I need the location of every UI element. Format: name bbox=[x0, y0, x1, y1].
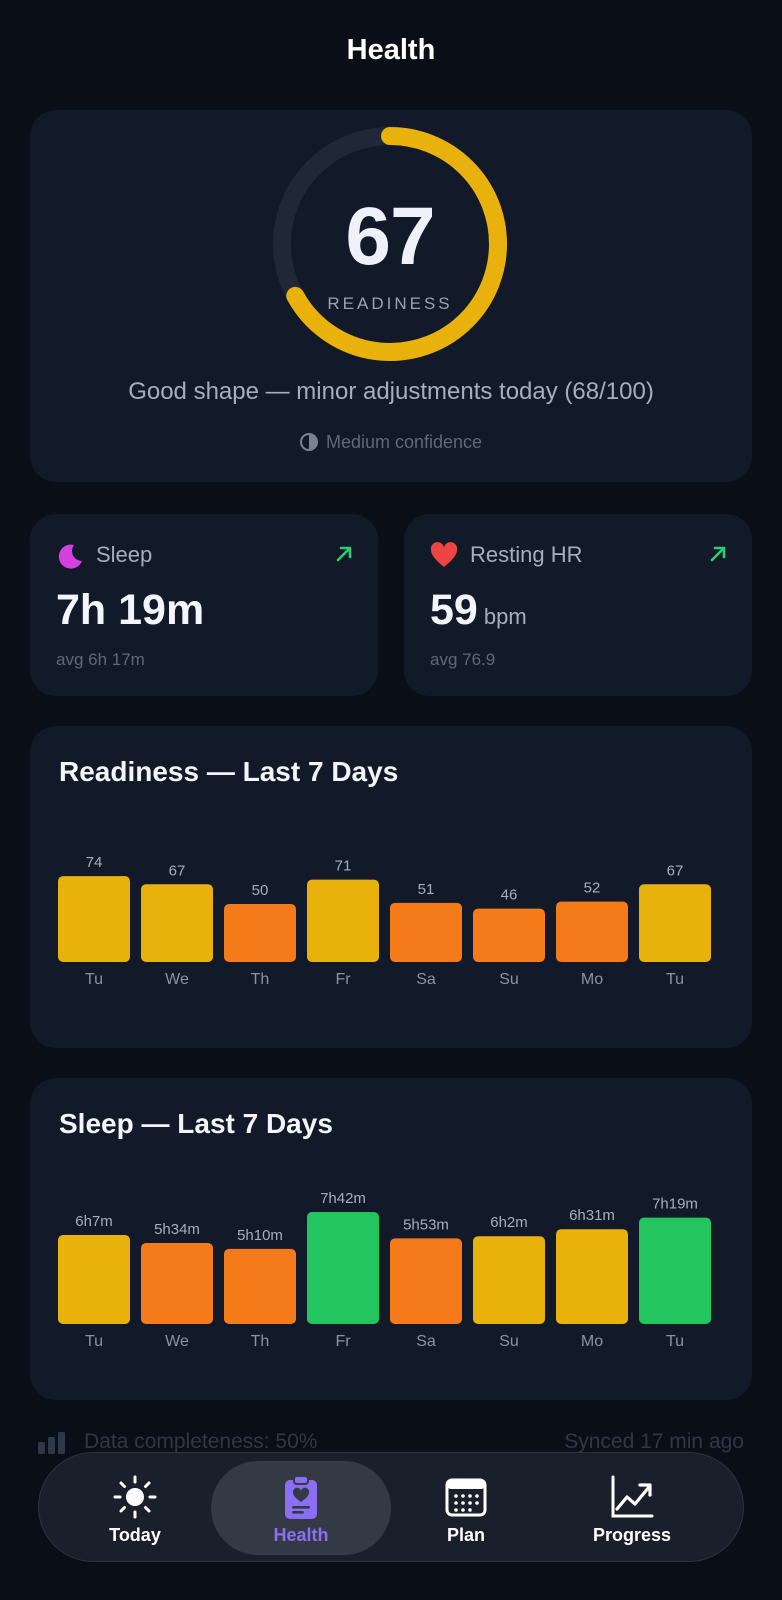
readiness-label: READINESS bbox=[327, 294, 453, 313]
bar-3 bbox=[307, 879, 379, 962]
bar-1 bbox=[141, 884, 213, 962]
bar-6 bbox=[556, 1229, 628, 1324]
bar-value-label: 5h10m bbox=[237, 1227, 283, 1244]
clipboard-heart-icon bbox=[285, 1475, 317, 1519]
bar-7 bbox=[639, 1217, 711, 1324]
bar-value-label: 5h34m bbox=[154, 1221, 200, 1238]
bar-5 bbox=[473, 908, 545, 962]
bar-day-label: Su bbox=[499, 971, 519, 988]
bar-value-label: 7h42m bbox=[320, 1190, 366, 1207]
bar-value-label: 6h31m bbox=[569, 1207, 615, 1224]
bar-1 bbox=[141, 1243, 213, 1324]
half-circle-icon bbox=[299, 433, 318, 451]
calendar-icon bbox=[445, 1478, 487, 1517]
sun-icon bbox=[113, 1475, 157, 1519]
bar-value-label: 51 bbox=[418, 881, 435, 898]
bar-2 bbox=[224, 904, 296, 962]
readiness-card[interactable]: 67 READINESS Good shape — minor adjustme… bbox=[30, 110, 752, 482]
chart-line-icon bbox=[611, 1475, 654, 1518]
tab-progress-label: Progress bbox=[592, 1525, 672, 1545]
readiness-score: 67 bbox=[345, 191, 435, 282]
bar-0 bbox=[58, 876, 130, 962]
readiness-bar-chart: 74 Tu 67 We 50 Th 71 Fr 51 Sa 46 Su 52 Mo 67 Tu bbox=[58, 854, 711, 988]
readiness-chart-card[interactable]: Readiness — Last 7 Days 74 Tu 67 We 50 Th 71 Fr… bbox=[30, 726, 752, 1048]
sleep-value: 7h 19m bbox=[56, 586, 205, 634]
resting-hr-unit: bpm bbox=[483, 604, 527, 629]
moon-icon bbox=[58, 544, 82, 569]
bar-day-label: Mo bbox=[581, 971, 603, 988]
tab-today[interactable]: Today bbox=[45, 1461, 225, 1555]
resting-hr-number: 59 bbox=[430, 586, 478, 634]
tab-progress[interactable]: Progress bbox=[542, 1461, 722, 1555]
bar-day-label: Su bbox=[499, 1333, 519, 1350]
bar-day-label: Tu bbox=[85, 1333, 103, 1350]
sleep-metric-card[interactable]: Sleep 7h 19m avg 6h 17m bbox=[30, 514, 378, 696]
bar-day-label: Sa bbox=[416, 971, 436, 988]
bottom-tab-bar: Today Health Plan Progress bbox=[38, 1452, 744, 1562]
trend-up-icon bbox=[336, 546, 352, 562]
resting-hr-label: Resting HR bbox=[470, 542, 583, 567]
bar-4 bbox=[390, 1238, 462, 1324]
bar-value-label: 52 bbox=[584, 880, 601, 897]
bar-7 bbox=[639, 884, 711, 962]
bar-value-label: 7h19m bbox=[652, 1196, 698, 1213]
bar-2 bbox=[224, 1248, 296, 1324]
tab-plan-label: Plan bbox=[446, 1525, 485, 1545]
sleep-average: avg 6h 17m bbox=[56, 650, 145, 669]
bar-value-label: 5h53m bbox=[403, 1216, 449, 1233]
heart-icon bbox=[430, 542, 458, 567]
bar-value-label: 74 bbox=[86, 854, 103, 871]
bar-value-label: 50 bbox=[252, 882, 269, 899]
confidence-text: Medium confidence bbox=[325, 432, 483, 452]
bar-5 bbox=[473, 1236, 545, 1324]
readiness-summary: Good shape — minor adjustments today (68… bbox=[128, 378, 654, 405]
resting-hr-metric-card[interactable]: Resting HR 59 bpm avg 76.9 bbox=[404, 514, 752, 696]
tab-plan[interactable]: Plan bbox=[376, 1461, 556, 1555]
bar-3 bbox=[307, 1212, 379, 1324]
confidence-indicator: Medium confidence bbox=[30, 432, 752, 453]
bar-day-label: Th bbox=[251, 971, 270, 988]
bar-day-label: Fr bbox=[335, 971, 351, 988]
bar-value-label: 6h7m bbox=[75, 1213, 113, 1230]
bar-value-label: 67 bbox=[667, 862, 684, 879]
bar-day-label: Tu bbox=[85, 971, 103, 988]
bar-day-label: Tu bbox=[666, 971, 684, 988]
bar-day-label: Fr bbox=[335, 1333, 351, 1350]
resting-hr-average: avg 76.9 bbox=[430, 650, 496, 669]
sleep-chart-card[interactable]: Sleep — Last 7 Days 6h7m Tu 5h34m We 5h10m Th… bbox=[30, 1078, 752, 1400]
sleep-label: Sleep bbox=[96, 542, 153, 567]
bar-day-label: We bbox=[165, 1333, 189, 1350]
bar-day-label: Th bbox=[251, 1333, 270, 1350]
bar-4 bbox=[390, 902, 462, 962]
bar-value-label: 67 bbox=[169, 862, 186, 879]
bar-day-label: Sa bbox=[416, 1333, 436, 1350]
bar-0 bbox=[58, 1235, 130, 1324]
bar-value-label: 46 bbox=[501, 887, 518, 904]
tab-health[interactable]: Health bbox=[211, 1461, 391, 1555]
page-title: Health bbox=[346, 34, 436, 66]
bar-day-label: Mo bbox=[581, 1333, 603, 1350]
trend-up-icon bbox=[710, 546, 726, 562]
sleep-bar-chart: 6h7m Tu 5h34m We 5h10m Th 7h42m Fr 5h53m Sa 6h2m Su… bbox=[58, 1190, 711, 1350]
bar-6 bbox=[556, 901, 628, 962]
bar-day-label: Tu bbox=[666, 1333, 684, 1350]
signal-bars-icon bbox=[38, 1432, 65, 1454]
resting-hr-value: 59 bpm bbox=[430, 586, 527, 635]
sync-status: Synced 17 min ago bbox=[564, 1430, 744, 1453]
bar-value-label: 71 bbox=[335, 858, 352, 875]
tab-health-label: Health bbox=[273, 1525, 329, 1545]
tab-today-label: Today bbox=[109, 1525, 161, 1545]
bar-value-label: 6h2m bbox=[490, 1214, 528, 1231]
data-completeness: Data completeness: 50% bbox=[84, 1430, 318, 1453]
bar-day-label: We bbox=[165, 971, 189, 988]
